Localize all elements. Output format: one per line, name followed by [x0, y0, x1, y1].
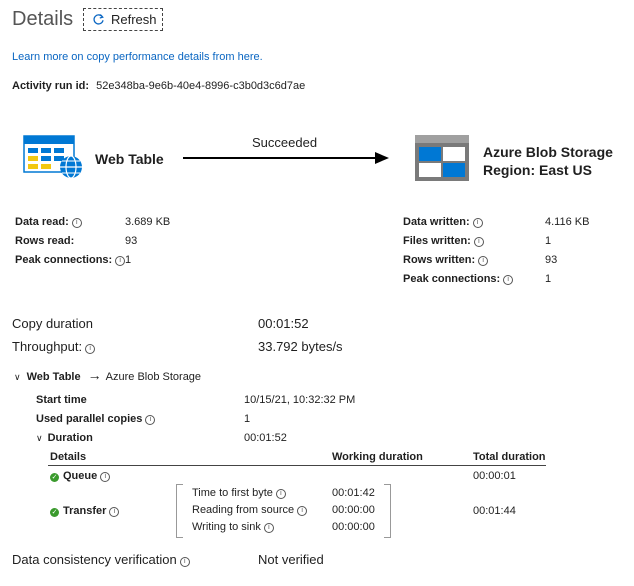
reading-from-source-value: 00:00:00 — [332, 504, 375, 516]
info-icon[interactable]: i — [100, 472, 111, 482]
info-icon[interactable]: i — [109, 507, 120, 517]
files-written-value: 1 — [545, 235, 552, 247]
queue-row-label: ✓ Queue i — [50, 470, 111, 482]
duration-value: 00:01:52 — [244, 432, 287, 444]
info-icon[interactable]: i — [503, 275, 514, 285]
data-read-label: Data read: i — [15, 216, 82, 228]
refresh-icon — [93, 14, 104, 25]
source-peak-connections-value: 1 — [125, 254, 132, 266]
parallel-copies-value: 1 — [244, 413, 251, 425]
copy-duration-label: Copy duration — [12, 316, 93, 331]
azure-blob-storage-icon — [415, 135, 469, 181]
copy-duration-value: 00:01:52 — [258, 316, 309, 331]
throughput-value: 33.792 bytes/s — [258, 339, 343, 354]
info-icon[interactable]: i — [473, 237, 484, 247]
reading-from-source-label: Reading from source i — [192, 504, 308, 516]
info-icon[interactable]: i — [71, 218, 82, 228]
throughput-label: Throughput: i — [12, 339, 96, 354]
start-time-label: Start time — [36, 394, 87, 406]
info-icon[interactable]: i — [478, 256, 489, 266]
chevron-down-icon: ∨ — [14, 372, 21, 382]
data-read-value: 3.689 KB — [125, 216, 171, 228]
path-destination: Azure Blob Storage — [105, 371, 202, 383]
info-icon[interactable]: i — [85, 344, 96, 354]
bracket-right — [384, 484, 391, 538]
data-consistency-value: Not verified — [258, 552, 324, 567]
bracket-left — [176, 484, 183, 538]
source-name: Web Table — [95, 151, 164, 167]
copy-status: Succeeded — [252, 135, 318, 150]
transfer-total-duration: 00:01:44 — [473, 505, 516, 517]
web-table-icon — [23, 135, 82, 179]
dest-peak-connections-label: Peak connections: i — [403, 273, 514, 285]
destination-name: Azure Blob Storage Region: East US — [483, 143, 613, 179]
copy-performance-link[interactable]: Learn more on copy performance details f… — [12, 51, 263, 63]
path-toggle[interactable]: ∨ Web Table → Azure Blob Storage — [14, 367, 201, 383]
data-consistency-label: Data consistency verification i — [12, 552, 190, 567]
info-icon[interactable]: i — [145, 415, 156, 425]
info-icon[interactable]: i — [115, 256, 126, 266]
transfer-row-label: ✓ Transfer i — [50, 505, 120, 517]
destination-title: Azure Blob Storage — [483, 144, 613, 160]
info-icon[interactable]: i — [275, 489, 286, 499]
duration-toggle[interactable]: ∨ Duration — [36, 432, 93, 444]
rows-written-label: Rows written: i — [403, 254, 489, 266]
queue-total-duration: 00:00:01 — [473, 470, 516, 482]
data-written-value: 4.116 KB — [545, 216, 590, 228]
refresh-button[interactable]: Refresh — [83, 8, 163, 31]
table-header-divider — [48, 465, 546, 466]
path-source: Web Table — [26, 371, 81, 383]
info-icon[interactable]: i — [472, 218, 483, 228]
flow-arrow-icon — [183, 152, 389, 164]
destination-region: Region: East US — [483, 162, 592, 178]
writing-to-sink-label: Writing to sink i — [192, 521, 274, 533]
page-title: Details — [12, 8, 74, 30]
data-written-label: Data written: i — [403, 216, 483, 228]
activity-run-id: Activity run id: 52e348ba-9e6b-40e4-8996… — [12, 80, 305, 92]
time-to-first-byte-value: 00:01:42 — [332, 487, 375, 499]
chevron-down-icon: ∨ — [36, 433, 43, 443]
activity-run-id-label: Activity run id: — [12, 80, 90, 92]
rows-read-label: Rows read: — [15, 235, 75, 247]
success-check-icon: ✓ — [50, 473, 59, 482]
rows-written-value: 93 — [545, 254, 558, 266]
start-time-value: 10/15/21, 10:32:32 PM — [244, 394, 356, 406]
col-working-duration: Working duration — [332, 451, 423, 463]
dest-peak-connections-value: 1 — [545, 273, 552, 285]
time-to-first-byte-label: Time to first byte i — [192, 487, 286, 499]
writing-to-sink-value: 00:00:00 — [332, 521, 375, 533]
activity-run-id-value: 52e348ba-9e6b-40e4-8996-c3b0d3c6d7ae — [96, 80, 306, 92]
arrow-right-icon: → — [87, 367, 102, 383]
source-peak-connections-label: Peak connections: i — [15, 254, 126, 266]
col-details: Details — [50, 451, 87, 463]
refresh-label: Refresh — [111, 12, 157, 27]
info-icon[interactable]: i — [179, 557, 190, 567]
info-icon[interactable]: i — [263, 523, 274, 533]
files-written-label: Files written: i — [403, 235, 484, 247]
col-total-duration: Total duration — [473, 451, 546, 463]
info-icon[interactable]: i — [297, 506, 308, 516]
rows-read-value: 93 — [125, 235, 138, 247]
success-check-icon: ✓ — [50, 508, 59, 517]
parallel-copies-label: Used parallel copies i — [36, 413, 156, 425]
